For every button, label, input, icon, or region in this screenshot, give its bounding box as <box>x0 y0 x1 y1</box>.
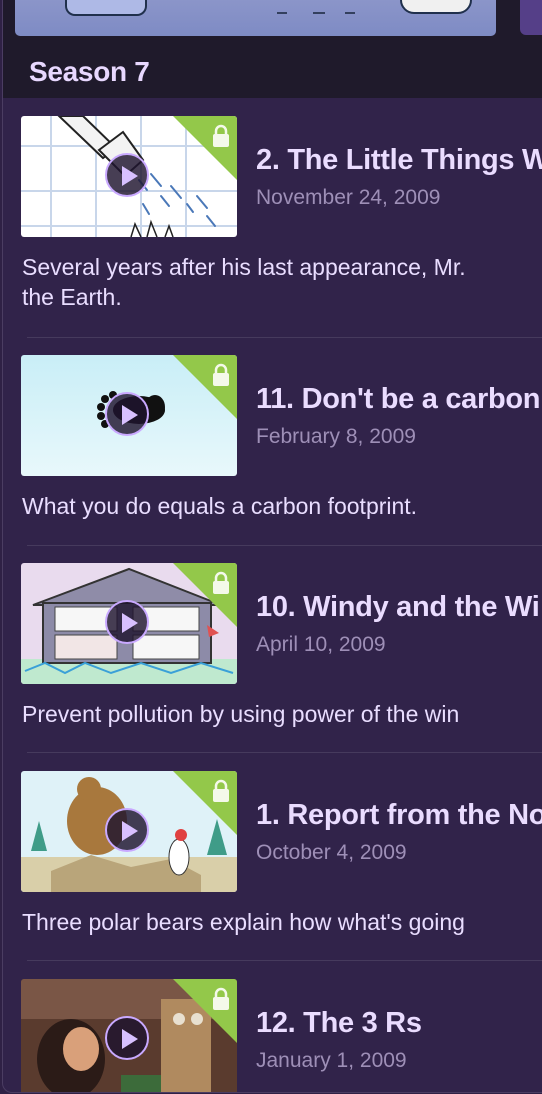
play-icon <box>122 405 138 425</box>
episode-date: April 10, 2009 <box>256 633 386 656</box>
episode-date: February 8, 2009 <box>256 425 416 448</box>
episode-title[interactable]: 11. Don't be a carbon <box>256 383 541 416</box>
episode-title[interactable]: 1. Report from the No <box>256 799 542 832</box>
divider <box>27 752 542 753</box>
lock-icon <box>213 124 229 147</box>
episode-description: Prevent pollution by using power of the … <box>22 701 460 727</box>
lock-icon <box>213 571 229 594</box>
season-title: Season 7 <box>29 56 150 87</box>
episode-title[interactable]: 12. The 3 Rs <box>256 1007 422 1040</box>
episode-title[interactable]: 2. The Little Things W <box>256 144 542 177</box>
episode-date: January 1, 2009 <box>256 1049 407 1072</box>
play-button[interactable] <box>105 600 149 644</box>
episode-description: Three polar bears explain how what's goi… <box>22 909 465 935</box>
play-icon <box>122 613 138 633</box>
divider <box>27 337 542 338</box>
next-featured-image[interactable] <box>520 0 542 35</box>
episode-title[interactable]: 10. Windy and the Wi <box>256 591 540 624</box>
divider <box>27 545 542 546</box>
play-button[interactable] <box>105 392 149 436</box>
lock-icon <box>213 987 229 1010</box>
play-icon <box>122 821 138 841</box>
play-button[interactable] <box>105 153 149 197</box>
season-header: Season 7 <box>3 0 542 98</box>
lock-icon <box>213 363 229 386</box>
episode-description: What you do equals a carbon footprint. <box>22 493 418 519</box>
episode-description: Several years after his last appearance,… <box>22 254 466 310</box>
episode-thumbnail[interactable] <box>21 979 237 1092</box>
episode-date: October 4, 2009 <box>256 841 407 864</box>
divider <box>27 960 542 961</box>
featured-episode-image[interactable] <box>15 0 496 36</box>
play-button[interactable] <box>105 1016 149 1060</box>
episode-thumbnail[interactable] <box>21 563 237 684</box>
app-window: Season 7 2. The Little Things W November… <box>2 0 542 1093</box>
play-icon <box>122 1029 138 1049</box>
episode-thumbnail[interactable] <box>21 771 237 892</box>
episode-thumbnail[interactable] <box>21 116 237 237</box>
episode-thumbnail[interactable] <box>21 355 237 476</box>
lock-icon <box>213 779 229 802</box>
episode-date: November 24, 2009 <box>256 186 441 209</box>
play-icon <box>122 166 138 186</box>
play-button[interactable] <box>105 808 149 852</box>
